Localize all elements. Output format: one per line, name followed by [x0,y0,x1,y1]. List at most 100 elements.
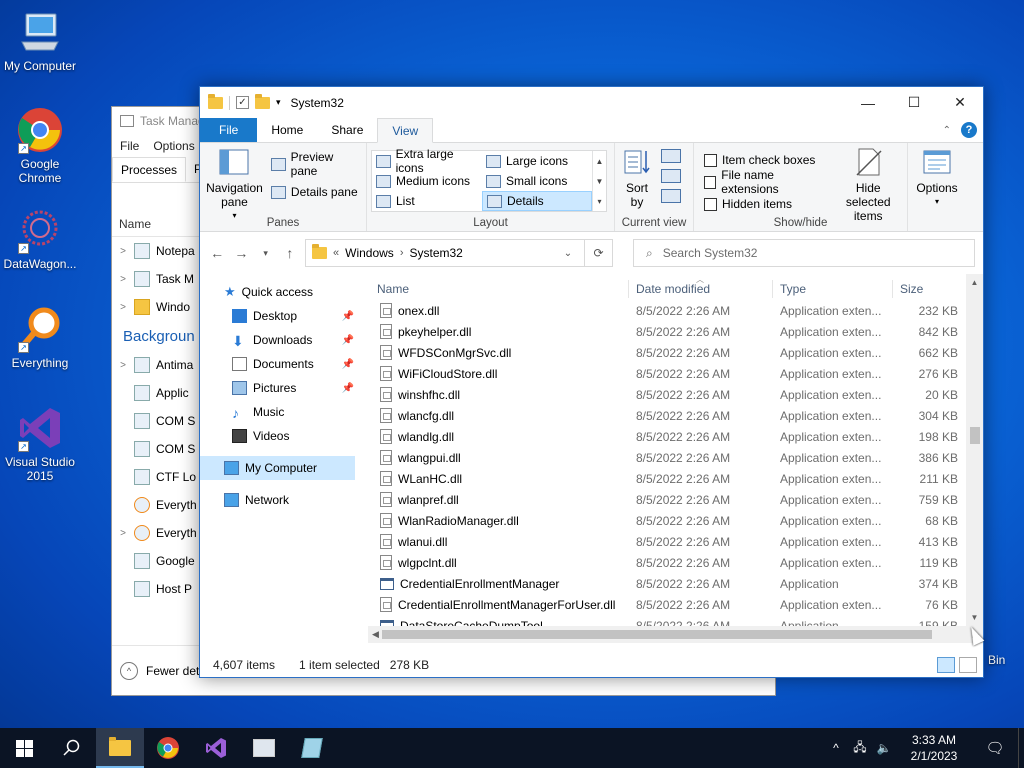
vertical-scrollbar[interactable]: ▲ ▼ [966,274,983,626]
file-explorer-window[interactable]: ✓ ▾ System32 — ☐ ✕ File Home Share View … [199,86,984,678]
file-row[interactable]: wlandlg.dll 8/5/2022 2:26 AM Application e… [368,426,968,447]
scrollbar-thumb[interactable] [970,427,980,444]
tm-fewer-details-link[interactable]: Fewer det [146,664,199,678]
layout-medium-icons[interactable]: Medium icons [372,171,482,191]
scrollbar-thumb[interactable] [382,630,932,639]
search-button[interactable] [48,728,96,768]
forward-arrow-icon[interactable]: → [232,245,250,261]
pin-icon[interactable]: 📌 [342,311,354,322]
chevron-right-icon[interactable]: > [112,246,134,257]
minimize-button[interactable]: — [845,87,891,118]
layout-gallery-scroller[interactable]: ▲ ▼ ▾ [592,151,606,211]
checkbox-unchecked[interactable] [704,175,717,189]
chevron-right-icon[interactable]: > [112,360,134,371]
nav-quick-access[interactable]: ★ Quick access [200,280,368,304]
collapse-ribbon-chevron-icon[interactable]: ⌃ [943,125,951,136]
desktop-icon-google-chrome[interactable]: ↗ Google Chrome [0,106,80,185]
desktop-icon-datawagon[interactable]: ↗ DataWagon... [0,206,80,271]
tab-home[interactable]: Home [257,118,317,142]
layout-extra-large-icons[interactable]: Extra large icons [372,147,482,175]
tab-file[interactable]: File [200,118,258,142]
scroll-up-arrow-icon[interactable]: ▲ [966,274,983,291]
file-row[interactable]: onex.dll 8/5/2022 2:26 AM Application exte… [368,300,968,321]
sort-by-button[interactable]: Sort by [619,147,655,209]
file-row[interactable]: CredentialEnrollmentManagerForUser.dll 8/… [368,594,968,615]
search-input[interactable]: Search System32 [663,246,758,260]
nav-videos[interactable]: Videos [200,424,368,448]
pin-icon[interactable]: 📌 [342,335,354,346]
checkbox-unchecked[interactable] [704,197,717,211]
column-header-name[interactable]: Name [368,282,628,296]
address-bar[interactable]: « Windows › System32 ⌄ ⟳ [305,239,613,267]
chevron-right-icon[interactable]: > [112,274,134,285]
hide-selected-items-button[interactable]: Hide selected items [833,147,903,223]
group-by-icon[interactable] [661,149,681,163]
network-icon[interactable]: 🖧 [848,738,872,759]
taskbar-notepad[interactable] [288,728,336,768]
recycle-bin-label[interactable]: Bin [988,653,1005,667]
taskbar-file-explorer[interactable] [96,728,144,768]
volume-icon[interactable]: 🔈 [872,741,896,755]
more-chevron-icon[interactable]: ▾ [597,197,601,206]
address-dropdown-chevron-icon[interactable]: ⌄ [558,248,578,259]
file-row[interactable]: WLanHC.dll 8/5/2022 2:26 AM Application ex… [368,468,968,489]
file-row[interactable]: wlanui.dll 8/5/2022 2:26 AM Application ex… [368,531,968,552]
help-icon[interactable]: ? [961,122,977,138]
back-arrow-icon[interactable]: ← [208,245,226,261]
notifications-icon[interactable]: 🗨 [972,739,1018,757]
chevron-right-icon[interactable]: > [112,528,134,539]
desktop-icon-visual-studio[interactable]: ↗ Visual Studio 2015 [0,404,80,483]
layout-details[interactable]: Details [482,191,592,211]
tab-share[interactable]: Share [317,118,377,142]
file-row[interactable]: wlancfg.dll 8/5/2022 2:26 AM Application e… [368,405,968,426]
tab-view[interactable]: View [377,118,434,143]
large-icons-view-icon[interactable] [959,657,977,673]
pin-icon[interactable]: 📌 [342,359,354,370]
layout-large-icons[interactable]: Large icons [482,151,592,171]
nav-music[interactable]: ♪ Music [200,400,368,424]
explorer-titlebar[interactable]: ✓ ▾ System32 — ☐ ✕ [200,87,983,118]
file-name-extensions-toggle[interactable]: File name extensions [704,168,827,196]
file-row[interactable]: DataStoreCacheDumpTool 8/5/2022 2:26 AM Ap… [368,615,968,626]
options-button[interactable]: Options ▾ [912,147,962,209]
file-row[interactable]: winshfhc.dll 8/5/2022 2:26 AM Application … [368,384,968,405]
column-header-size[interactable]: Size [892,282,962,296]
file-row[interactable]: wlgpclnt.dll 8/5/2022 2:26 AM Application … [368,552,968,573]
start-button[interactable] [0,728,48,768]
scroll-left-arrow-icon[interactable]: ◀ [372,629,379,640]
file-row[interactable]: CredentialEnrollmentManager 8/5/2022 2:26… [368,573,968,594]
hidden-items-toggle[interactable]: Hidden items [704,193,827,215]
show-hidden-icons-chevron-icon[interactable]: ^ [824,741,848,755]
file-row[interactable]: WiFiCloudStore.dll 8/5/2022 2:26 AM Applic… [368,363,968,384]
file-row[interactable]: WFDSConMgrSvc.dll 8/5/2022 2:26 AM Applica… [368,342,968,363]
file-row[interactable]: wlanpref.dll 8/5/2022 2:26 AM Application … [368,489,968,510]
search-box[interactable]: ⌕ Search System32 [633,239,975,267]
nav-my-computer[interactable]: My Computer [200,456,355,480]
scroll-down-arrow-icon[interactable]: ▼ [966,609,983,626]
chevron-down-icon[interactable]: ▾ [276,97,281,108]
chevron-up-icon[interactable]: ▲ [596,157,604,166]
nav-pictures[interactable]: Pictures 📌 [200,376,368,400]
taskbar-task-manager[interactable] [240,728,288,768]
layout-small-icons[interactable]: Small icons [482,171,592,191]
refresh-icon[interactable]: ⟳ [584,240,612,266]
desktop-icon-my-computer[interactable]: My Computer [0,8,80,73]
horizontal-scrollbar[interactable]: ◀ ▶ [368,626,983,643]
tm-menu-file[interactable]: File [120,139,139,153]
nav-desktop[interactable]: Desktop 📌 [200,304,368,328]
tm-tab-processes[interactable]: Processes [112,157,187,182]
taskbar-visual-studio[interactable] [192,728,240,768]
preview-pane-button[interactable]: Preview pane [270,150,362,178]
nav-downloads[interactable]: ⬇ Downloads 📌 [200,328,368,352]
chevron-right-icon[interactable]: > [112,302,134,313]
file-row[interactable]: pkeyhelper.dll 8/5/2022 2:26 AM Applicatio… [368,321,968,342]
tm-menu-options[interactable]: Options [153,139,194,153]
desktop-icon-everything[interactable]: ↗ Everything [0,305,80,370]
file-row[interactable]: wlangpui.dll 8/5/2022 2:26 AM Application … [368,447,968,468]
breadcrumb-system32[interactable]: System32 [409,246,462,260]
layout-list[interactable]: List [372,191,482,211]
size-columns-to-fit-icon[interactable] [661,189,681,203]
taskbar-chrome[interactable] [144,728,192,768]
up-arrow-icon[interactable]: ↑ [281,245,299,261]
properties-checkmark-icon[interactable]: ✓ [236,96,249,109]
